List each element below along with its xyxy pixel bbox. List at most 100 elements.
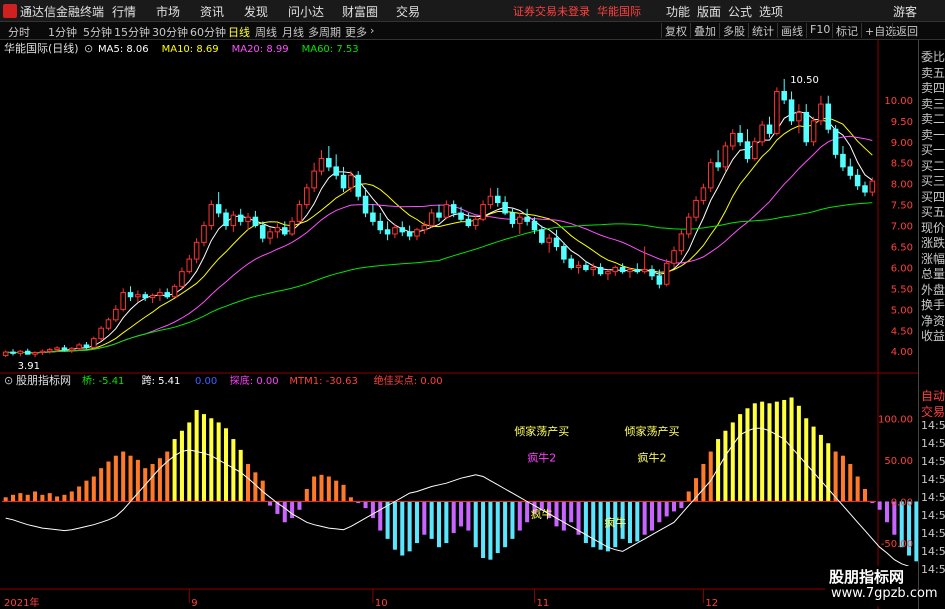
indicator-bar [341, 484, 346, 502]
candle-body [274, 227, 281, 233]
indicator-bar [884, 501, 890, 523]
overlay-button[interactable]: 叠加 [690, 23, 716, 38]
candle-body [142, 294, 148, 299]
main-chart-title: 华能国际(日线) [4, 41, 79, 55]
main-y-tick: 8.50 [891, 159, 913, 170]
user-guest[interactable]: 游客 [893, 3, 917, 20]
statistics-button[interactable]: 统计 [748, 23, 774, 38]
tab-30min[interactable]: 30分钟 [152, 24, 188, 40]
more-arrow-icon[interactable]: › [370, 24, 374, 37]
candle-body [230, 214, 237, 227]
indicator-bar [466, 501, 471, 531]
sidebar-auto-trade[interactable]: 交易 [921, 403, 945, 420]
indicator-bar [106, 461, 111, 502]
candle-body [98, 327, 104, 340]
tab-60min[interactable]: 60分钟 [190, 24, 226, 40]
menu-bar: 通达信金融终端 行情 市场 资讯 发现 问小达 财富圈 交易 证券交易未登录 华… [0, 0, 945, 22]
indicator-bar [334, 480, 339, 502]
menu-item-market[interactable]: 市场 [156, 3, 180, 20]
ma5-line [5, 111, 873, 354]
candle-body [509, 212, 516, 224]
candle-body [546, 237, 552, 243]
menu-item-quotes[interactable]: 行情 [112, 3, 136, 20]
tab-1min[interactable]: 1分钟 [48, 24, 77, 40]
f10-button[interactable]: F10 [806, 23, 830, 38]
tab-intraday[interactable]: 分时 [8, 24, 30, 40]
indicator-bar [862, 488, 868, 502]
candle-body [10, 351, 16, 354]
candle-body [392, 227, 398, 235]
indicator-bar [370, 501, 375, 519]
indicator-bar [246, 464, 251, 502]
candle-body [575, 264, 582, 268]
candle-body [384, 229, 391, 235]
candle-body [597, 266, 604, 275]
candle-body [465, 218, 472, 227]
tab-more[interactable]: 更多 [345, 24, 367, 40]
candle-body [186, 258, 193, 273]
draw-line-button[interactable]: 画线 [777, 23, 803, 38]
login-warning[interactable]: 证券交易未登录 华能国际 [513, 3, 641, 19]
multi-stock-button[interactable]: 多股 [719, 23, 745, 38]
sidebar-label: 买二 [921, 158, 945, 173]
mark-button[interactable]: 标记 [832, 23, 858, 38]
menu-item-function[interactable]: 功能 [666, 3, 690, 20]
tab-5min[interactable]: 5分钟 [83, 24, 112, 40]
indicator-bar [414, 501, 419, 544]
candle-body [326, 158, 332, 168]
candle-body [61, 347, 68, 351]
menu-item-options[interactable]: 选项 [759, 3, 783, 20]
candle-body [355, 174, 361, 197]
sidebar-auto-trade[interactable]: 自动 [921, 387, 945, 404]
candle-body [766, 124, 773, 134]
x-tick-label: 12 [705, 598, 718, 609]
back-button[interactable]: 返回 [892, 23, 918, 38]
menu-item-discover[interactable]: 发现 [244, 3, 268, 20]
indicator-annotation: 疯牛 [604, 515, 626, 529]
tab-monthly[interactable]: 月线 [282, 24, 304, 40]
candle-body [656, 275, 663, 285]
indicator-bar [649, 501, 655, 531]
menu-item-wealth[interactable]: 财富圈 [342, 3, 378, 20]
restore-rights-button[interactable]: 复权 [661, 23, 687, 38]
indicator-bar [326, 476, 331, 502]
tab-weekly[interactable]: 周线 [255, 24, 277, 40]
indicator-bar [752, 403, 757, 502]
candle-body [296, 204, 303, 222]
indicator-legend: 桥: -5.41 [82, 375, 124, 387]
tab-daily[interactable]: 日线 [228, 24, 250, 40]
indicator-bar [165, 451, 170, 502]
low-annotation: 3.91 [18, 361, 40, 372]
sidebar-time: 14:56 [921, 454, 945, 468]
ma-legend: MA60: 7.53 [302, 44, 359, 55]
candle-body [700, 187, 707, 201]
collapse-icon: ⊙ [84, 42, 93, 55]
menu-item-layout[interactable]: 版面 [697, 3, 721, 20]
indicator-bar [517, 501, 522, 531]
tab-15min[interactable]: 15分钟 [114, 24, 150, 40]
sidebar-label: 涨跌 [921, 236, 945, 250]
candle-body [443, 204, 450, 218]
indicator-bar [811, 426, 816, 502]
indicator-bar [253, 472, 258, 502]
indicator-bar [297, 501, 302, 510]
chart-area[interactable]: 倾家荡产买 倾家荡产买疯牛2 疯牛2疯牛疯牛 10.009.509.008.508.… [0, 40, 918, 609]
candle-body [54, 347, 60, 351]
indicator-bar [179, 430, 184, 502]
candle-body [406, 231, 413, 237]
add-watchlist-button[interactable]: +自选 [861, 23, 896, 38]
indicator-bar [840, 455, 845, 502]
menu-item-xiaoda[interactable]: 问小达 [288, 3, 324, 20]
indicator-bar [561, 501, 566, 531]
tab-multi-period[interactable]: 多周期 [308, 24, 341, 40]
candle-body [818, 103, 824, 122]
menu-item-news[interactable]: 资讯 [200, 3, 224, 20]
period-toolbar: 分时 1分钟 5分钟 15分钟 30分钟 60分钟 日线 周线 月线 多周期 更… [0, 22, 945, 40]
sidebar-time: 14:56 [921, 418, 945, 432]
indicator-bar [209, 418, 214, 502]
menu-item-trade[interactable]: 交易 [396, 3, 420, 20]
menu-item-formula[interactable]: 公式 [728, 3, 752, 20]
indicator-bar [635, 501, 640, 542]
indicator-bar [238, 449, 243, 502]
watermark: 股朋指标网 www.7gpzb.com [825, 566, 938, 606]
